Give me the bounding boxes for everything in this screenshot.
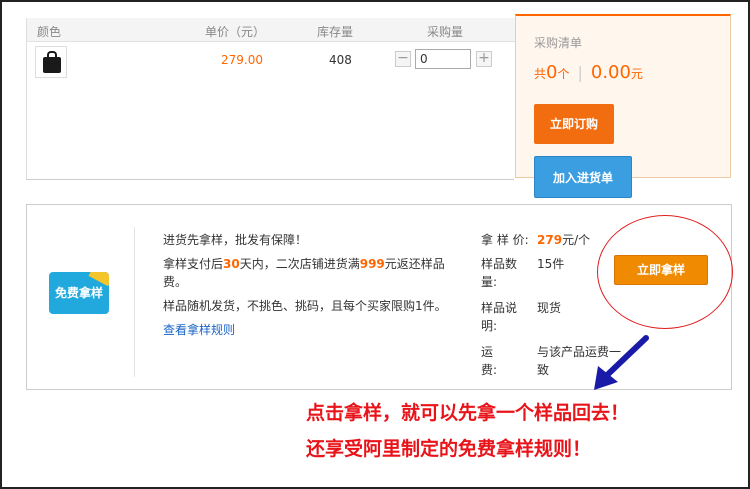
header-quantity: 采购量: [427, 25, 464, 39]
increment-button[interactable]: +: [476, 51, 492, 67]
sample-line-3: 样品随机发货，不挑色、挑码，且每个买家限购1件。: [163, 299, 447, 313]
header-stock: 库存量: [317, 25, 354, 39]
badge-label: 免费拿样: [54, 286, 103, 300]
sample-rules-link[interactable]: 查看拿样规则: [163, 321, 453, 339]
header-price: 单价（元）: [205, 25, 266, 39]
summary-prefix: 共: [534, 67, 547, 81]
highlight-circle: [597, 215, 733, 329]
sample-line-1: 进货先拿样，批发有保障！: [163, 233, 308, 247]
shipping-label: 运 费:: [481, 345, 518, 377]
total-unit: 元: [630, 67, 643, 81]
sample-price-label: 拿 样 价:: [481, 233, 529, 247]
annotation-line-1: 点击拿样，就可以先拿一个样品回去！: [306, 402, 630, 424]
sample-line-2: 拿样支付后30天内，二次店铺进货满999元返还样品费。: [163, 255, 453, 291]
stock-count: 408: [329, 53, 352, 67]
header-color: 颜色: [37, 25, 62, 39]
unit-price: 279.00: [221, 53, 263, 67]
sample-qty-value: 15件: [537, 257, 565, 271]
total-amount: 0.00: [590, 62, 631, 83]
table-row: 279.00 408 − 0 +: [27, 44, 515, 80]
sample-price-unit: 元/个: [562, 233, 591, 247]
sample-price-value: 279元/个: [537, 231, 590, 249]
pointer-arrow-icon: [594, 335, 649, 390]
sample-desc-label: 样品说明:: [481, 301, 518, 333]
decrement-button[interactable]: −: [395, 51, 411, 67]
purchase-list-title: 采购清单: [534, 36, 583, 50]
product-thumbnail[interactable]: [35, 46, 67, 78]
sample-desc-value: 现货: [537, 301, 562, 315]
annotation-line-2: 还享受阿里制定的免费拿样规则！: [306, 438, 592, 460]
sample-qty-label: 样品数量:: [481, 257, 518, 289]
purchase-list-panel: 采购清单 共0个 | 0.00元 立即订购 加入进货单: [515, 14, 731, 198]
table-header: 颜色 单价（元） 库存量 采购量: [27, 18, 515, 42]
product-table: 颜色 单价（元） 库存量 采购量 279.00 408 − 0 +: [26, 18, 515, 180]
sample-price-number: 279: [537, 233, 563, 247]
sample-threshold: 999: [359, 257, 385, 271]
sample-days: 30: [223, 257, 240, 271]
sample-description: 进货先拿样，批发有保障！ 拿样支付后30天内，二次店铺进货满999元返还样品费。…: [163, 231, 453, 345]
free-sample-badge: 免费拿样: [49, 272, 109, 314]
summary-divider: |: [577, 63, 583, 82]
order-now-button[interactable]: 立即订购: [534, 104, 614, 144]
sample-line-2-b: 天内，二次店铺进货满: [239, 257, 360, 271]
badge-ribbon-icon: [88, 272, 109, 287]
purchase-summary: 共0个 | 0.00元: [534, 62, 643, 83]
add-to-list-button[interactable]: 加入进货单: [534, 156, 632, 198]
item-count: 0: [546, 62, 558, 83]
bag-icon: [43, 57, 61, 73]
divider: [134, 227, 135, 377]
sample-line-2-a: 拿样支付后: [163, 257, 224, 271]
count-unit: 个: [557, 67, 570, 81]
quantity-input[interactable]: 0: [415, 49, 471, 69]
